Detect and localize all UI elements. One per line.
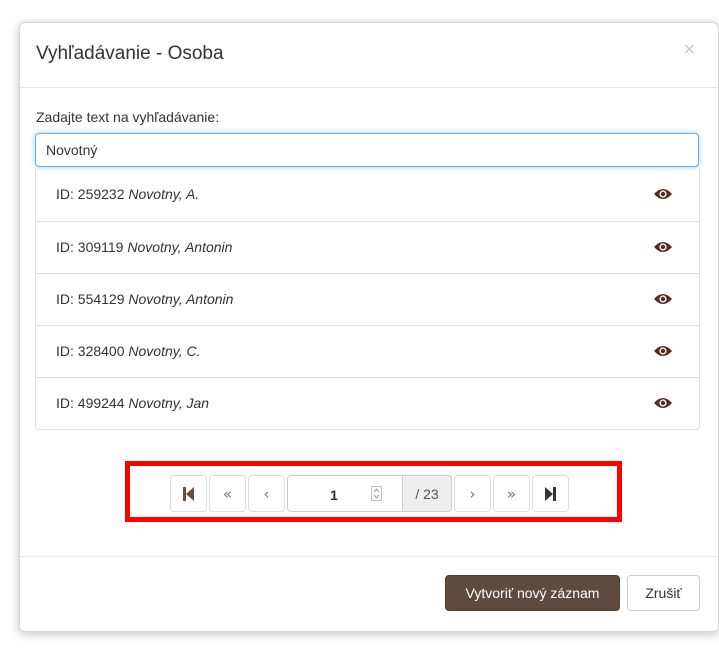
result-name: Novotny, Jan bbox=[128, 395, 210, 411]
list-item[interactable]: ID: 309119 Novotny, Antonin bbox=[36, 221, 699, 273]
dialog-footer: Vytvoriť nový záznam Zrušiť bbox=[20, 556, 718, 631]
result-id: ID: 554129 bbox=[56, 291, 125, 307]
results-list: ID: 259232 Novotny, A. ID: 309119 Novotn… bbox=[35, 169, 700, 430]
first-page-button[interactable] bbox=[170, 475, 207, 512]
result-name: Novotny, A. bbox=[128, 186, 200, 202]
result-name: Novotny, Antonin bbox=[127, 239, 233, 255]
result-name: Novotny, Antonin bbox=[128, 291, 234, 307]
result-id: ID: 328400 bbox=[56, 343, 125, 359]
prev-page-button[interactable]: ‹ bbox=[248, 475, 285, 512]
eye-icon[interactable] bbox=[653, 291, 673, 307]
create-record-button[interactable]: Vytvoriť nový záznam bbox=[445, 575, 620, 611]
list-item[interactable]: ID: 259232 Novotny, A. bbox=[36, 169, 699, 221]
result-id: ID: 309119 bbox=[56, 239, 124, 255]
page-total: / 23 bbox=[403, 475, 452, 512]
eye-icon[interactable] bbox=[653, 239, 673, 255]
next-page-button[interactable]: › bbox=[454, 475, 491, 512]
dialog-title: Vyhľadávanie - Osoba bbox=[36, 43, 224, 64]
page-input-wrapper bbox=[287, 475, 403, 513]
cancel-button[interactable]: Zrušiť bbox=[627, 575, 700, 611]
spinner-arrows-icon bbox=[373, 488, 380, 499]
result-id: ID: 499244 bbox=[56, 395, 125, 411]
search-dialog: Vyhľadávanie - Osoba × Zadajte text na v… bbox=[19, 22, 719, 632]
list-item[interactable]: ID: 328400 Novotny, C. bbox=[36, 325, 699, 377]
result-id: ID: 259232 bbox=[56, 186, 125, 202]
search-label: Zadajte text na vyhľadávanie: bbox=[36, 109, 220, 125]
result-name: Novotny, C. bbox=[128, 343, 201, 359]
page-number-input[interactable] bbox=[288, 476, 380, 513]
last-page-button[interactable] bbox=[532, 475, 569, 512]
search-input[interactable] bbox=[35, 133, 699, 167]
prev-block-button[interactable]: « bbox=[209, 475, 246, 512]
page-selector: / 23 bbox=[287, 475, 452, 513]
next-block-button[interactable]: » bbox=[493, 475, 530, 512]
first-page-icon bbox=[183, 486, 194, 501]
eye-icon[interactable] bbox=[653, 395, 673, 411]
pagination: « ‹ / 23 › » bbox=[170, 475, 571, 513]
eye-icon[interactable] bbox=[653, 343, 673, 359]
list-item[interactable]: ID: 554129 Novotny, Antonin bbox=[36, 273, 699, 325]
list-item[interactable]: ID: 499244 Novotny, Jan bbox=[36, 377, 699, 429]
page-spinner[interactable] bbox=[371, 486, 382, 501]
last-page-icon bbox=[545, 486, 556, 501]
close-button[interactable]: × bbox=[683, 39, 696, 58]
eye-icon[interactable] bbox=[653, 186, 673, 202]
dialog-header: Vyhľadávanie - Osoba × bbox=[20, 23, 718, 88]
